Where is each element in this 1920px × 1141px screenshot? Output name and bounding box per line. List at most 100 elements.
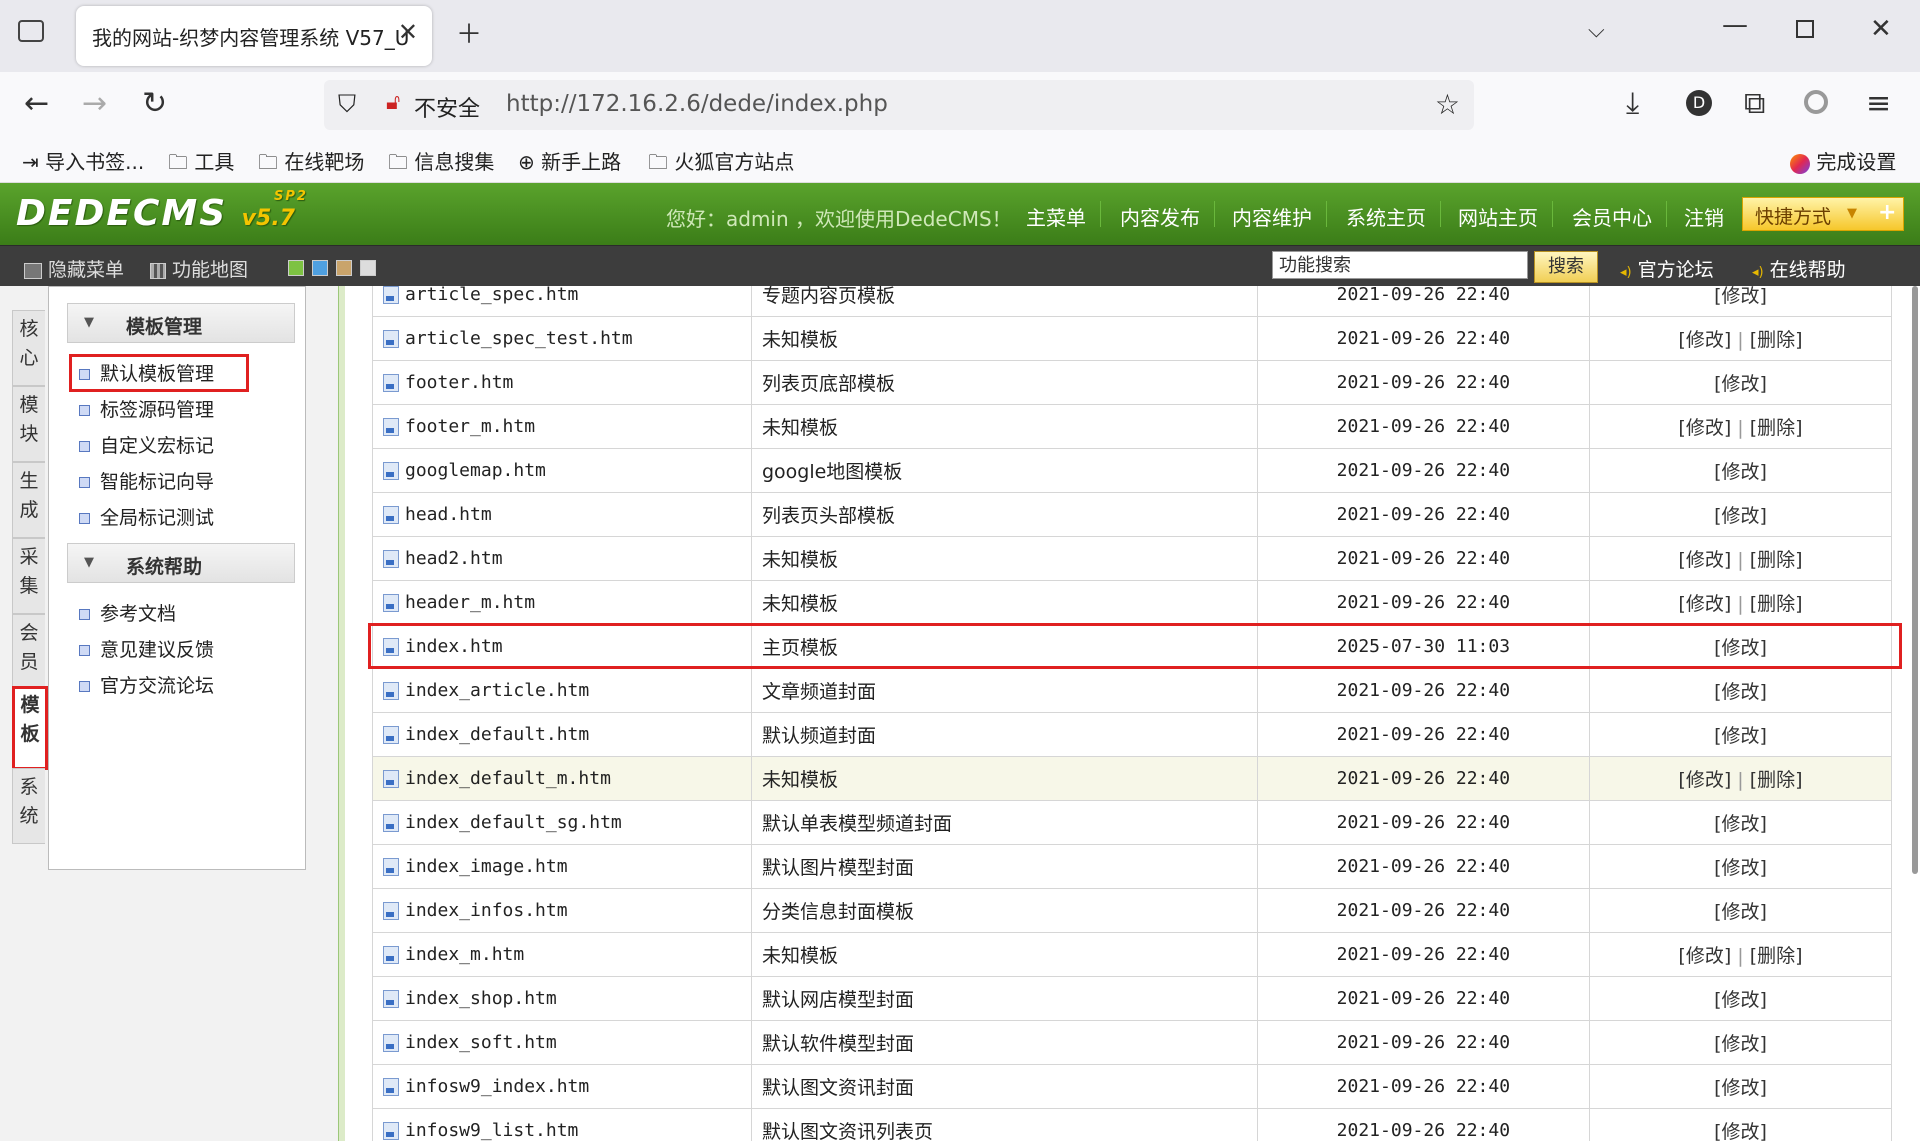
file-name[interactable]: footer_m.htm (405, 416, 535, 437)
file-name[interactable]: index_image.htm (405, 856, 568, 877)
edit-link[interactable]: [修改] (1714, 857, 1767, 879)
delete-link[interactable]: [删除] (1750, 329, 1803, 351)
file-name[interactable]: footer.htm (405, 372, 513, 393)
side-tab-system[interactable]: 系统 (12, 768, 45, 844)
file-name-cell[interactable]: infosw9_index.htm (372, 1064, 752, 1109)
close-tab-icon[interactable]: ✕ (398, 18, 418, 46)
side-tab-member[interactable]: 会员 (12, 614, 45, 690)
edit-link[interactable]: [修改] (1714, 725, 1767, 747)
bookmark-getting-started[interactable]: ⊕ 新手上路 (518, 146, 621, 175)
file-name-cell[interactable]: index_soft.htm (372, 1020, 752, 1065)
menu-item-global-tag-test[interactable]: 全局标记测试 (79, 503, 214, 530)
menu-item-default-templates[interactable]: 默认模板管理 (79, 359, 214, 386)
file-name-cell[interactable]: head.htm (372, 492, 752, 537)
file-name-cell[interactable]: head2.htm (372, 536, 752, 581)
file-name[interactable]: article_spec_test.htm (405, 328, 633, 349)
bookmark-folder-range[interactable]: 🗀︎ 在线靶场 (258, 146, 364, 182)
file-name-cell[interactable]: infosw9_list.htm (372, 1108, 752, 1141)
nav-logout[interactable]: 注销 (1684, 202, 1724, 231)
sitemap-button[interactable]: 功能地图 (150, 255, 248, 282)
scrollbar-thumb[interactable] (1912, 286, 1918, 874)
file-name-cell[interactable]: article_spec.htm (372, 286, 752, 317)
profile-avatar[interactable]: D (1686, 90, 1712, 116)
menu-group-template-manage[interactable]: ▼ 模板管理 (67, 303, 295, 343)
menu-group-system-help[interactable]: ▼ 系统帮助 (67, 543, 295, 583)
function-search-input[interactable]: 功能搜索 (1272, 251, 1528, 279)
restore-icon[interactable] (1796, 20, 1814, 38)
file-name-cell[interactable]: index_default.htm (372, 712, 752, 757)
skin-blue-swatch[interactable] (312, 260, 328, 276)
side-tab-core[interactable]: 核心 (12, 310, 45, 386)
file-name[interactable]: index_soft.htm (405, 1032, 557, 1053)
edit-link[interactable]: [修改] (1714, 1121, 1767, 1141)
file-name[interactable]: index_infos.htm (405, 900, 568, 921)
nav-system-home[interactable]: 系统主页 (1346, 202, 1426, 231)
file-name-cell[interactable]: index_image.htm (372, 844, 752, 889)
account-icon[interactable] (1804, 90, 1828, 114)
edit-link[interactable]: [修改] (1714, 461, 1767, 483)
menu-item-feedback[interactable]: 意见建议反馈 (79, 635, 214, 662)
delete-link[interactable]: [删除] (1750, 549, 1803, 571)
edit-link[interactable]: [修改] (1678, 329, 1731, 351)
edit-link[interactable]: [修改] (1714, 286, 1767, 307)
insecure-lock-icon[interactable]: 🔓︎ (386, 90, 400, 115)
official-forum-link[interactable]: ◂) 官方论坛 (1620, 255, 1714, 282)
file-name[interactable]: article_spec.htm (405, 286, 578, 305)
file-name-cell[interactable]: googlemap.htm (372, 448, 752, 493)
url-text[interactable]: http://172.16.2.6/dede/index.php (506, 91, 888, 117)
edit-link[interactable]: [修改] (1714, 505, 1767, 527)
search-button[interactable]: 搜索 (1534, 251, 1598, 283)
browser-tab[interactable]: 我的网站-织梦内容管理系统 V57_U ✕ (76, 6, 432, 66)
file-name[interactable]: head2.htm (405, 548, 503, 569)
side-tab-module[interactable]: 模块 (12, 386, 45, 462)
side-tab-collect[interactable]: 采集 (12, 538, 45, 614)
forward-icon[interactable]: → (82, 86, 107, 121)
file-name-cell[interactable]: header_m.htm (372, 580, 752, 625)
skin-gray-swatch[interactable] (360, 260, 376, 276)
extensions-icon[interactable]: ⧉ (1744, 86, 1765, 121)
file-name-cell[interactable]: index_default_m.htm (372, 756, 752, 801)
edit-link[interactable]: [修改] (1678, 769, 1731, 791)
back-icon[interactable]: ← (24, 86, 49, 121)
tab-list-chevron-icon[interactable]: ⌵ (1588, 18, 1605, 43)
bookmark-folder-firefox[interactable]: 🗀︎ 火狐官方站点 (648, 146, 794, 182)
quick-menu-button[interactable]: 快捷方式 ▼ + (1742, 197, 1904, 231)
nav-main-menu[interactable]: 主菜单 (1026, 202, 1086, 231)
edit-link[interactable]: [修改] (1714, 681, 1767, 703)
close-window-icon[interactable]: ✕ (1870, 14, 1892, 44)
edit-link[interactable]: [修改] (1678, 549, 1731, 571)
edit-link[interactable]: [修改] (1714, 1077, 1767, 1099)
skin-brown-swatch[interactable] (336, 260, 352, 276)
skin-green-swatch[interactable] (288, 260, 304, 276)
file-name-cell[interactable]: index_infos.htm (372, 888, 752, 933)
delete-link[interactable]: [删除] (1750, 417, 1803, 439)
file-name[interactable]: index_m.htm (405, 944, 524, 965)
side-tab-generate[interactable]: 生成 (12, 462, 45, 538)
edit-link[interactable]: [修改] (1714, 373, 1767, 395)
finish-setup-button[interactable]: 完成设置 (1790, 146, 1896, 175)
nav-site-home[interactable]: 网站主页 (1458, 202, 1538, 231)
frame-splitter[interactable] (338, 286, 345, 1141)
bookmark-folder-info[interactable]: 🗀︎ 信息搜集 (388, 146, 494, 182)
bookmark-star-icon[interactable]: ☆ (1435, 88, 1460, 121)
tab-overview-icon[interactable] (18, 20, 44, 42)
bookmark-import[interactable]: ⇥ 导入书签... (22, 146, 144, 175)
file-name-cell[interactable]: index_default_sg.htm (372, 800, 752, 845)
nav-publish[interactable]: 内容发布 (1120, 202, 1200, 231)
shield-icon[interactable]: ⛉ (338, 90, 356, 118)
delete-link[interactable]: [删除] (1750, 769, 1803, 791)
file-name[interactable]: infosw9_index.htm (405, 1076, 589, 1097)
security-label[interactable]: 不安全 (414, 91, 480, 123)
file-name[interactable]: index_shop.htm (405, 988, 557, 1009)
edit-link[interactable]: [修改] (1714, 1033, 1767, 1055)
file-name[interactable]: googlemap.htm (405, 460, 546, 481)
file-name[interactable]: index_default_sg.htm (405, 812, 622, 833)
file-name[interactable]: infosw9_list.htm (405, 1120, 578, 1141)
downloads-icon[interactable]: ⤓ (1626, 86, 1639, 121)
minimize-icon[interactable]: — (1722, 10, 1748, 40)
edit-link[interactable]: [修改] (1714, 989, 1767, 1011)
edit-link[interactable]: [修改] (1714, 901, 1767, 923)
menu-item-smart-tag-wizard[interactable]: 智能标记向导 (79, 467, 214, 494)
hide-menu-button[interactable]: 隐藏菜单 (24, 255, 124, 282)
file-name[interactable]: index_default_m.htm (405, 768, 611, 789)
